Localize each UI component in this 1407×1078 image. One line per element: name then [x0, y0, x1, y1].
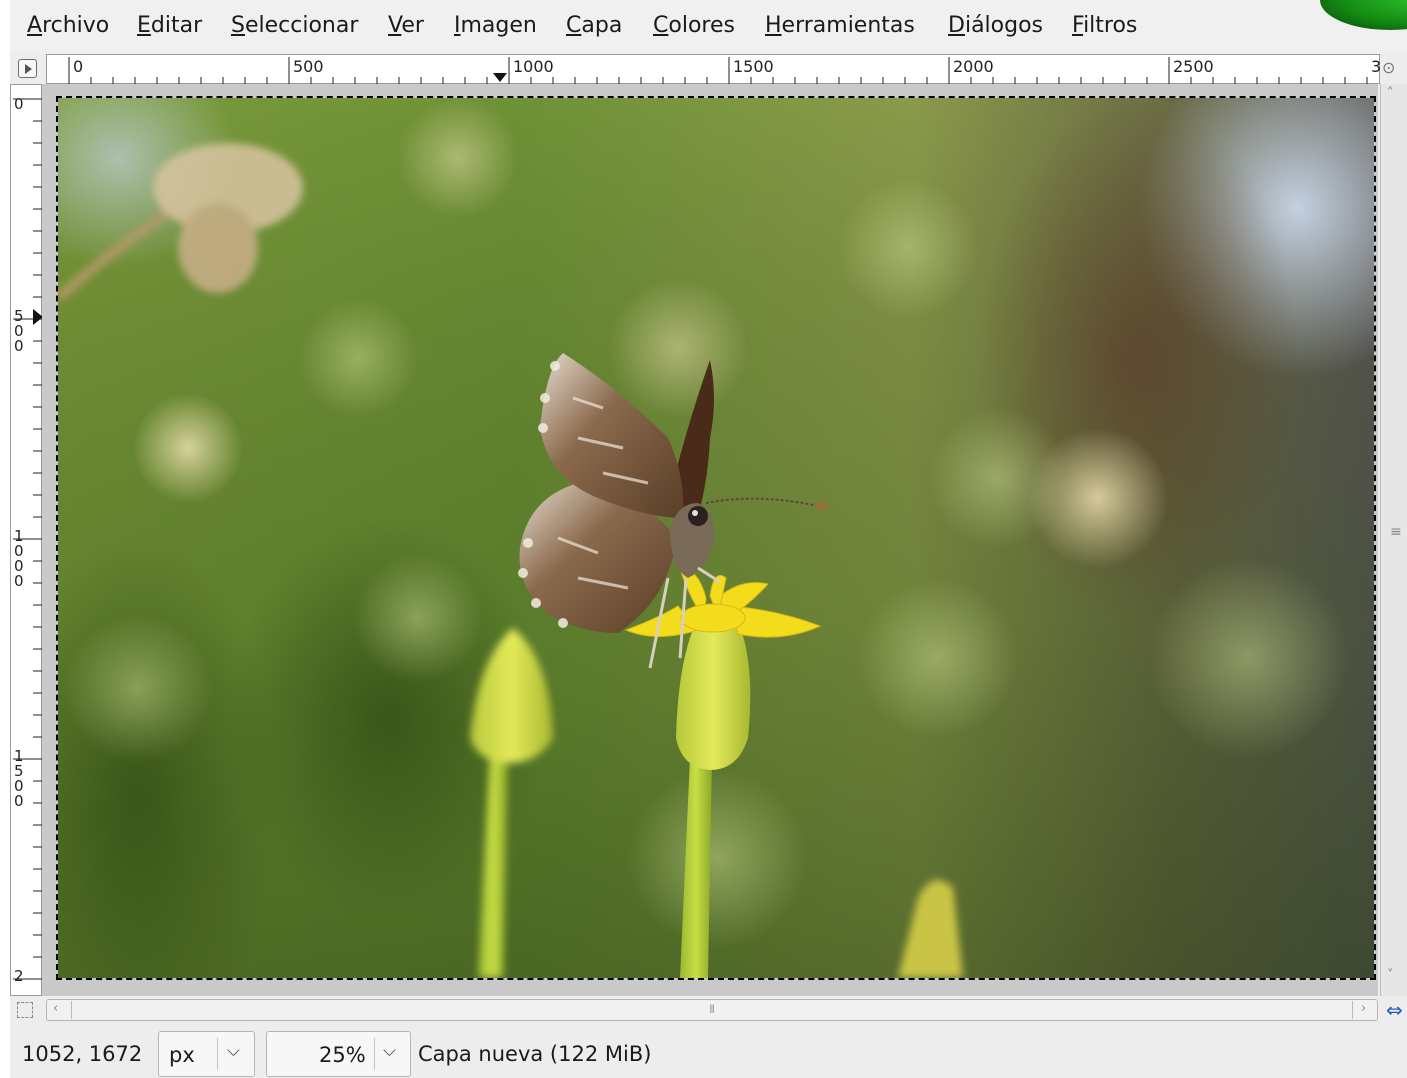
- horizontal-ruler-ticks: 0 500 1000 1500 2000 2500 3: [68, 57, 1381, 85]
- menu-mnemonic: H: [765, 13, 782, 38]
- menu-mnemonic: D: [948, 13, 965, 38]
- butterfly-photo: [58, 98, 1374, 978]
- ruler-label: 2500: [1173, 57, 1214, 76]
- ruler-label: 1500: [733, 57, 774, 76]
- menu-mnemonic: S: [231, 13, 245, 38]
- menu-mnemonic: E: [137, 13, 151, 38]
- menu-capa[interactable]: Capa: [566, 13, 622, 38]
- scroll-grip-icon: ⦀: [709, 1003, 715, 1016]
- pointer-coordinates: 1052, 1672: [22, 1042, 143, 1066]
- zoom-selector[interactable]: 25% ⌵: [266, 1031, 411, 1077]
- menu-label: iálogos: [964, 13, 1044, 38]
- ruler-corner: [10, 54, 46, 84]
- zoom-icon[interactable]: ⊙: [1382, 58, 1404, 80]
- quick-mask-icon[interactable]: [17, 1002, 33, 1018]
- menu-editar[interactable]: Editar: [137, 13, 202, 38]
- menu-archivo[interactable]: Archivo: [27, 13, 109, 38]
- vertical-ruler-ticks: 0 500100015002: [13, 95, 43, 985]
- menu-label: rchivo: [42, 13, 110, 38]
- unit-selector[interactable]: px ⌵: [158, 1031, 255, 1077]
- menu-mnemonic: C: [566, 13, 582, 38]
- menu-label: olores: [668, 13, 735, 38]
- menu-mnemonic: C: [653, 13, 669, 38]
- menu-label: ditar: [150, 13, 203, 38]
- image-window: Archivo Editar Seleccionar Ver Imagen Ca…: [10, 0, 1407, 1078]
- active-layer-info: Capa nueva (122 MiB): [418, 1042, 652, 1066]
- horizontal-scroll-row: ‹ ⦀ › ⇔: [10, 996, 1407, 1024]
- menu-dialogos[interactable]: Diálogos: [948, 13, 1043, 38]
- scroll-grip-icon[interactable]: ≡: [1390, 524, 1402, 540]
- ruler-label: 0: [14, 572, 24, 590]
- ruler-label: 2000: [953, 57, 994, 76]
- image-canvas[interactable]: [56, 96, 1376, 980]
- menu-ver[interactable]: Ver: [388, 13, 424, 38]
- ruler-label: 1000: [513, 57, 554, 76]
- menu-colores[interactable]: Colores: [653, 13, 735, 38]
- ruler-label: 3: [1371, 57, 1381, 76]
- menu-label: eleccionar: [244, 13, 359, 38]
- canvas-area[interactable]: [42, 84, 1378, 996]
- menu-label: erramientas: [781, 13, 915, 38]
- chevron-down-icon[interactable]: ⌵: [227, 1041, 240, 1061]
- horizontal-ruler[interactable]: 0 500 1000 1500 2000 2500 3: [46, 54, 1381, 85]
- ruler-label: 2: [14, 967, 24, 985]
- navigation-toggle-icon[interactable]: [18, 59, 37, 78]
- menu-mnemonic: A: [27, 13, 43, 38]
- scroll-thumb[interactable]: ⦀: [71, 1001, 1353, 1019]
- chevron-down-icon[interactable]: ⌵: [383, 1041, 396, 1061]
- divider: [374, 1038, 375, 1070]
- unit-value: px: [169, 1043, 195, 1067]
- vertical-ruler[interactable]: 0 500100015002: [10, 84, 43, 996]
- ruler-label: 500: [293, 57, 324, 76]
- scroll-right-arrow[interactable]: ›: [1361, 1001, 1366, 1016]
- scroll-down-arrow[interactable]: ˅: [1387, 968, 1394, 983]
- status-bar: 1052, 1672 px ⌵ 25% ⌵ Capa nueva (122 Mi…: [10, 1028, 1407, 1078]
- ruler-label: 0: [73, 57, 83, 76]
- menu-imagen[interactable]: Imagen: [454, 13, 537, 38]
- menu-seleccionar[interactable]: Seleccionar: [231, 13, 358, 38]
- ruler-label: 0: [14, 95, 24, 113]
- menu-label: apa: [581, 13, 623, 38]
- menu-bar: Archivo Editar Seleccionar Ver Imagen Ca…: [10, 0, 1407, 54]
- menu-mnemonic: F: [1072, 13, 1084, 38]
- menu-label: iltros: [1083, 13, 1138, 38]
- horizontal-scrollbar[interactable]: ‹ ⦀ ›: [46, 999, 1378, 1021]
- vertical-scrollbar[interactable]: ˄ ≡ ˅: [1380, 84, 1407, 996]
- pointer-position-marker: [493, 73, 507, 82]
- divider: [217, 1038, 218, 1070]
- menu-herramientas[interactable]: Herramientas: [765, 13, 915, 38]
- menu-label: magen: [460, 13, 537, 38]
- menu-filtros[interactable]: Filtros: [1072, 13, 1137, 38]
- ruler-label: 0: [14, 337, 24, 355]
- scroll-left-arrow[interactable]: ‹: [53, 1001, 58, 1016]
- menu-label: er: [401, 13, 424, 38]
- menu-mnemonic: V: [388, 13, 402, 38]
- scroll-up-arrow[interactable]: ˄: [1387, 86, 1394, 101]
- zoom-value: 25%: [319, 1043, 366, 1067]
- ruler-label: 0: [14, 792, 24, 810]
- navigate-icon[interactable]: ⇔: [1386, 998, 1403, 1022]
